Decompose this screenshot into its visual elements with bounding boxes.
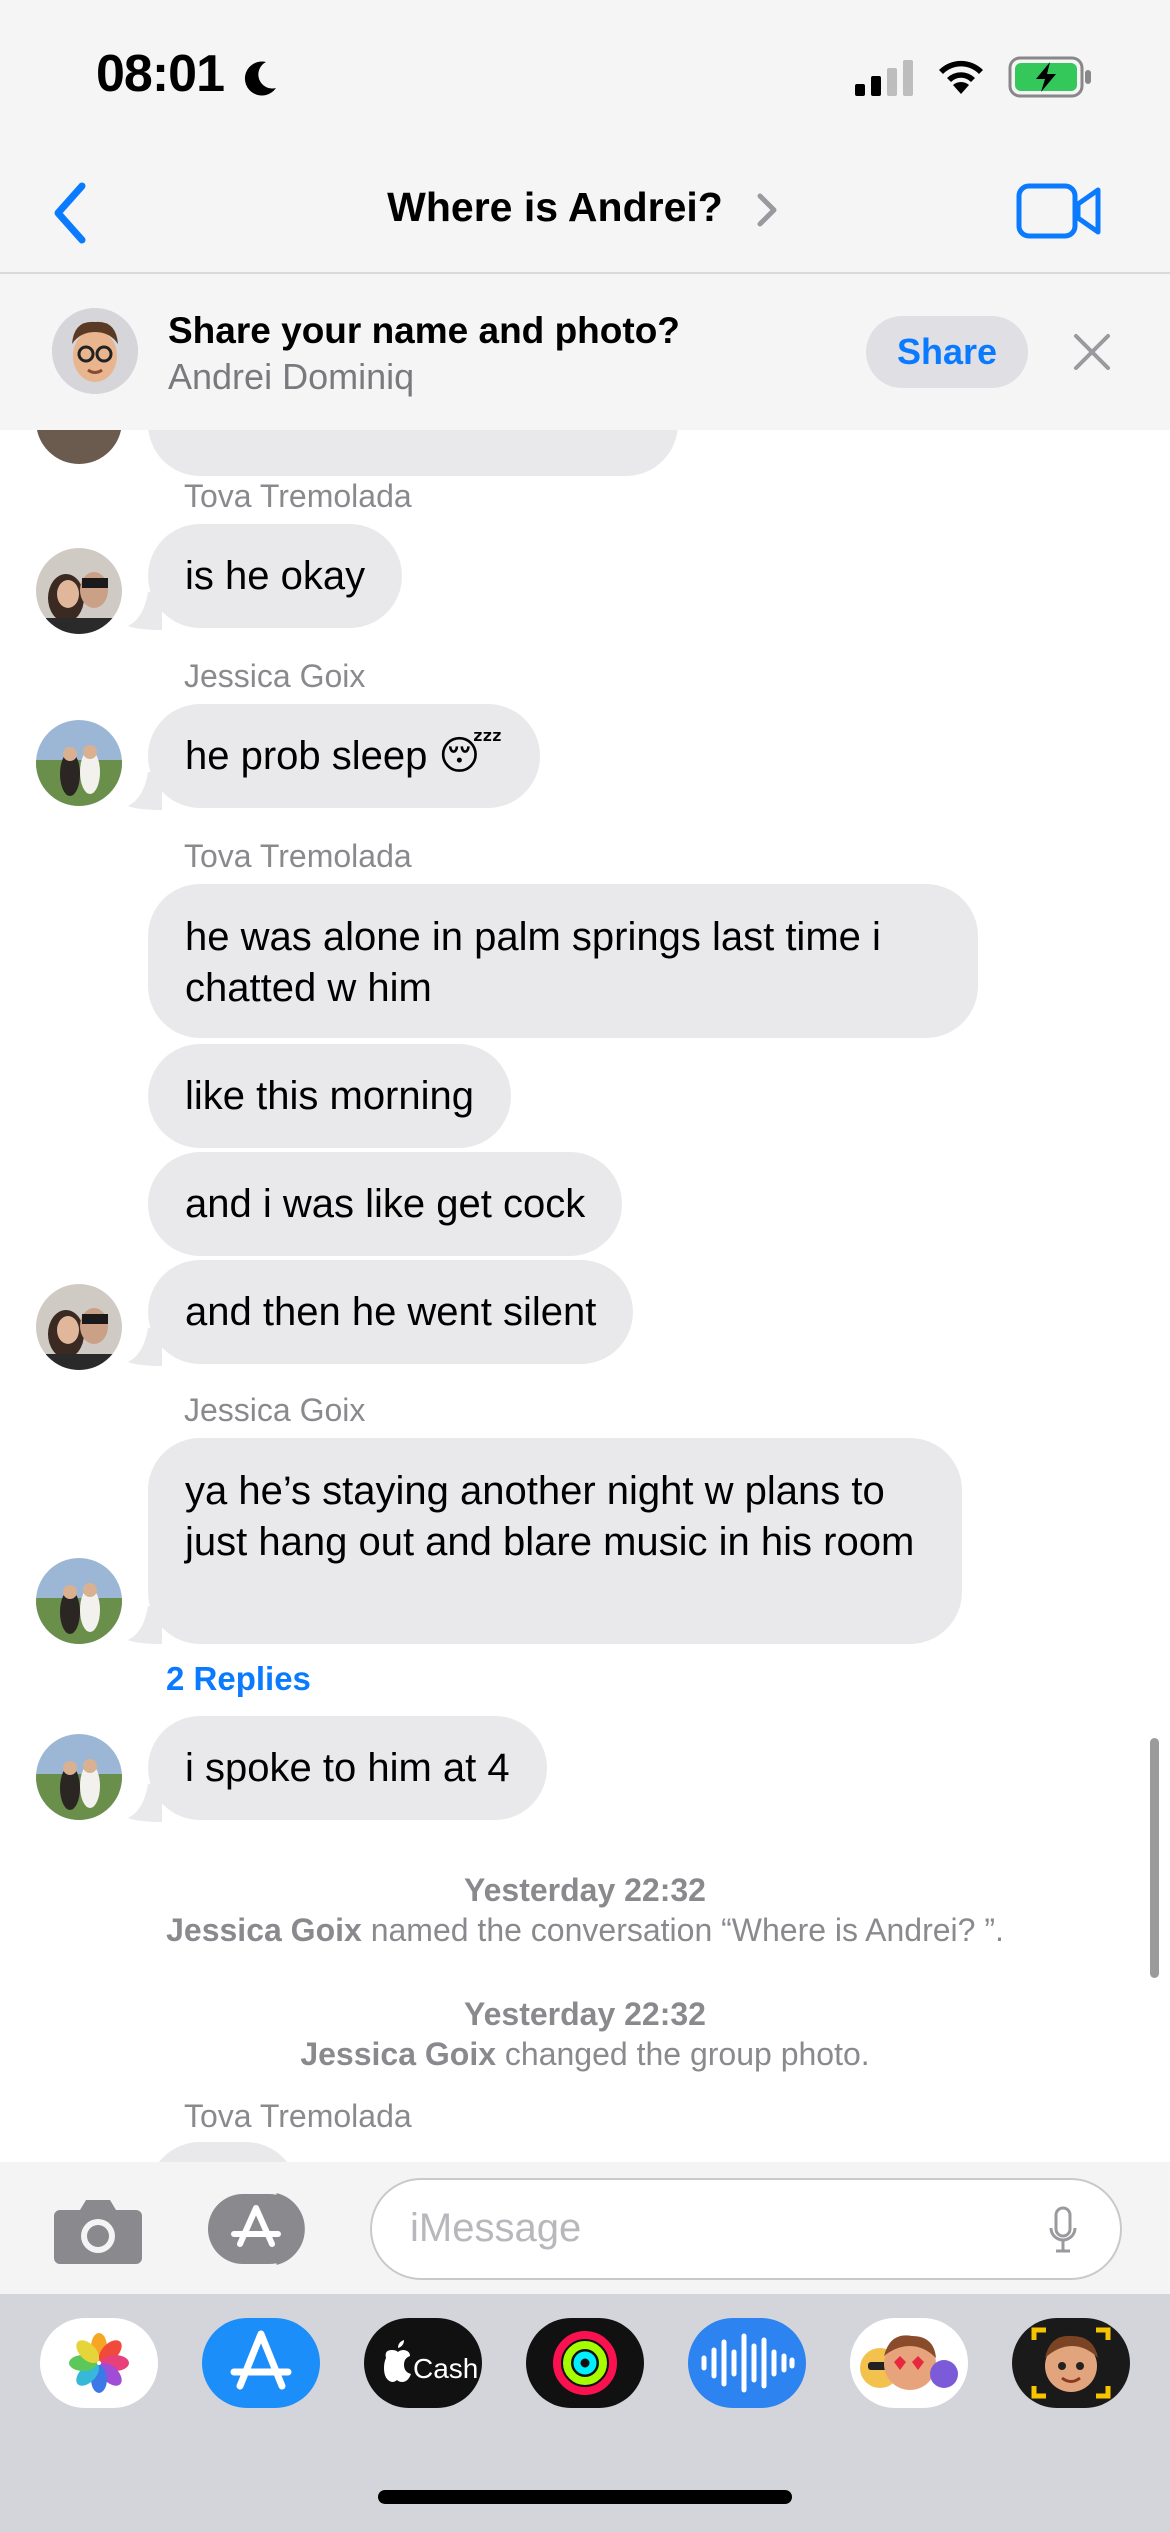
- chevron-right-icon[interactable]: [752, 188, 782, 232]
- banner-title: Share your name and photo?: [168, 310, 680, 351]
- sender-name: Tova Tremolada: [184, 478, 412, 514]
- home-indicator[interactable]: [378, 2490, 792, 2504]
- imessage-app-drawer: Cash: [0, 2294, 1170, 2532]
- battery-charging-icon: [1008, 56, 1091, 98]
- sender-name: Tova Tremolada: [184, 838, 412, 874]
- avatar-tova: [36, 548, 122, 634]
- sender-name: Jessica Goix: [184, 1392, 366, 1428]
- avatar-clipped: [36, 430, 122, 464]
- cellular-signal-icon: [855, 60, 913, 96]
- system-event-time: Yesterday 22:32: [464, 1996, 706, 2032]
- moon-icon: [244, 61, 276, 96]
- message-bubble[interactable]: ya he’s staying another night w plans to…: [148, 1438, 962, 1644]
- system-event: Yesterday 22:32 Jessica Goix named the c…: [0, 1870, 1170, 1950]
- message-bubble[interactable]: is he okay: [148, 524, 403, 628]
- memoji-camera-app-icon[interactable]: [1012, 2318, 1130, 2408]
- system-event-action: changed the group photo.: [496, 2036, 870, 2072]
- avatar-jessica: [36, 1558, 122, 1644]
- camera-icon[interactable]: [52, 2194, 144, 2266]
- wifi-icon: [939, 60, 983, 94]
- bubble-tail: [128, 1606, 162, 1644]
- message-bubble[interactable]: i spoke to him at 4: [148, 1716, 547, 1820]
- system-event-text: Jessica Goix changed the group photo.: [0, 2034, 1170, 2074]
- system-event-time: Yesterday 22:32: [464, 1872, 706, 1908]
- message-bubble[interactable]: and then he went silent: [148, 1260, 634, 1364]
- avatar-jessica: [36, 1734, 122, 1820]
- message-bubble[interactable]: and i was like get cock: [148, 1152, 623, 1256]
- bubble-tail: [128, 592, 162, 630]
- thread-replies-link[interactable]: 2 Replies: [166, 1660, 311, 1698]
- audio-message-app-icon[interactable]: [688, 2318, 806, 2408]
- apple-cash-app-icon[interactable]: Cash: [364, 2318, 482, 2408]
- cash-label: Cash: [413, 2353, 478, 2384]
- scroll-indicator[interactable]: [1150, 1738, 1159, 1978]
- sender-name: Jessica Goix: [184, 658, 366, 694]
- message-bubble[interactable]: he was alone in palm springs last time i…: [148, 884, 978, 1038]
- system-event-text: Jessica Goix named the conversation “Whe…: [0, 1910, 1170, 1950]
- app-store-app-icon[interactable]: [202, 2318, 320, 2408]
- sender-name: Tova Tremolada: [184, 2098, 412, 2134]
- imessage-placeholder: iMessage: [410, 2206, 582, 2250]
- bubble-tail: [128, 1784, 162, 1822]
- microphone-icon[interactable]: [1048, 2206, 1078, 2254]
- video-camera-icon[interactable]: [1016, 180, 1102, 242]
- memoji-stickers-app-icon[interactable]: [850, 2318, 968, 2408]
- imessage-input[interactable]: iMessage: [370, 2178, 1122, 2280]
- status-bar: 08:01: [0, 0, 1170, 150]
- conversation-title[interactable]: Where is Andrei?: [0, 184, 1110, 231]
- app-store-icon[interactable]: [206, 2192, 318, 2266]
- bubble-tail: [128, 772, 162, 810]
- system-event: Yesterday 22:32 Jessica Goix changed the…: [0, 1994, 1170, 2074]
- bubble-tail: [128, 1328, 162, 1366]
- message-bubble[interactable]: he prob sleep 😴: [148, 704, 540, 808]
- conversation-header: Where is Andrei?: [0, 150, 1170, 274]
- message-bubble[interactable]: like this morning: [148, 1044, 512, 1148]
- close-icon[interactable]: [1070, 330, 1114, 374]
- system-event-action: named the conversation “Where is Andrei?…: [361, 1912, 1004, 1948]
- avatar-jessica: [36, 720, 122, 806]
- share-name-photo-banner: Share your name and photo? Andrei Domini…: [0, 274, 1170, 431]
- photos-app-icon[interactable]: [40, 2318, 158, 2408]
- activity-app-icon[interactable]: [526, 2318, 644, 2408]
- message-list[interactable]: Tova Tremolada is he okay Jessica Goix h…: [0, 430, 1170, 2162]
- system-event-actor: Jessica Goix: [300, 2036, 497, 2072]
- message-bubble-clipped[interactable]: [148, 430, 678, 476]
- status-time: 08:01: [96, 45, 225, 103]
- system-event-actor: Jessica Goix: [166, 1912, 362, 1948]
- memoji-avatar: [52, 308, 138, 394]
- avatar-tova: [36, 1284, 122, 1370]
- banner-subtitle: Andrei Dominiq: [168, 356, 415, 397]
- message-composer: iMessage: [0, 2162, 1170, 2294]
- message-bubble-clipped[interactable]: [148, 2142, 298, 2162]
- share-button[interactable]: Share: [866, 316, 1028, 388]
